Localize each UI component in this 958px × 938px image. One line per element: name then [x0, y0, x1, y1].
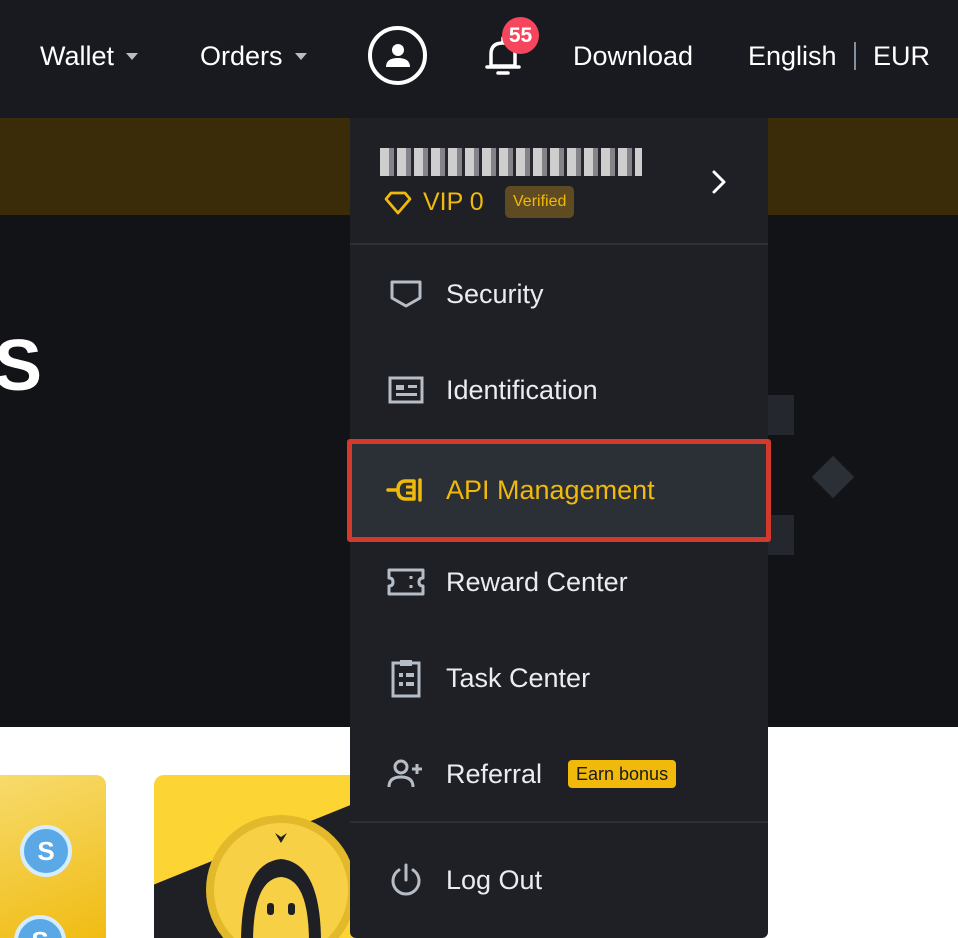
- menu-item-reward-center[interactable]: Reward Center: [350, 534, 768, 630]
- nav-wallet[interactable]: Wallet: [40, 38, 139, 74]
- profile-header[interactable]: VIP 0 Verified: [350, 118, 768, 244]
- caret-down-icon: [126, 52, 139, 60]
- nav-divider: [854, 42, 856, 70]
- menu-item-log-out[interactable]: Log Out: [350, 832, 768, 928]
- menu-item-security[interactable]: Security: [350, 246, 768, 342]
- coin-icon: S: [14, 915, 66, 938]
- mascot-coin-icon: [206, 815, 356, 938]
- diamond-icon: [384, 191, 412, 214]
- chevron-right-icon: [712, 170, 726, 194]
- shield-icon: [386, 274, 426, 314]
- menu-item-label: Log Out: [446, 864, 543, 895]
- decor-bar: [764, 395, 794, 435]
- nav-currency[interactable]: EUR: [873, 38, 930, 74]
- user-profile-button[interactable]: [368, 26, 427, 85]
- add-user-icon: [386, 754, 426, 794]
- vip-level: VIP 0: [383, 188, 484, 217]
- nav-wallet-label: Wallet: [40, 40, 115, 71]
- top-navigation: Wallet Orders 55 Download English EUR: [0, 0, 958, 118]
- menu-item-identification[interactable]: Identification: [350, 342, 768, 438]
- menu-item-referral[interactable]: Referral: [350, 726, 768, 822]
- nav-download[interactable]: Download: [573, 38, 693, 74]
- power-icon: [386, 860, 426, 900]
- menu-item-label: Reward Center: [446, 566, 628, 597]
- username-redacted: [380, 148, 642, 176]
- notification-badge: 55: [502, 17, 539, 54]
- coin-icon: S: [20, 825, 72, 877]
- menu-item-label: Security: [446, 278, 544, 309]
- hero-heading: S: [0, 326, 43, 406]
- earn-bonus-badge: Earn bonus: [568, 760, 677, 788]
- menu-divider: [350, 243, 768, 245]
- menu-item-label: Referral: [446, 758, 543, 789]
- nav-orders-label: Orders: [200, 40, 283, 71]
- clipboard-icon: [386, 658, 426, 698]
- promo-card[interactable]: S S: [0, 775, 106, 938]
- vip-level-label: VIP 0: [423, 188, 484, 216]
- highlight-annotation: [347, 439, 771, 542]
- menu-item-task-center[interactable]: Task Center: [350, 630, 768, 726]
- caret-down-icon: [294, 52, 307, 60]
- user-icon: [385, 43, 410, 67]
- nav-orders[interactable]: Orders: [200, 38, 307, 74]
- menu-item-label: Identification: [446, 374, 598, 405]
- menu-divider: [350, 821, 768, 823]
- ticket-icon: [386, 562, 426, 602]
- id-card-icon: [386, 370, 426, 410]
- menu-item-label: Task Center: [446, 662, 591, 693]
- nav-language[interactable]: English: [748, 38, 837, 74]
- verified-badge: Verified: [505, 186, 575, 218]
